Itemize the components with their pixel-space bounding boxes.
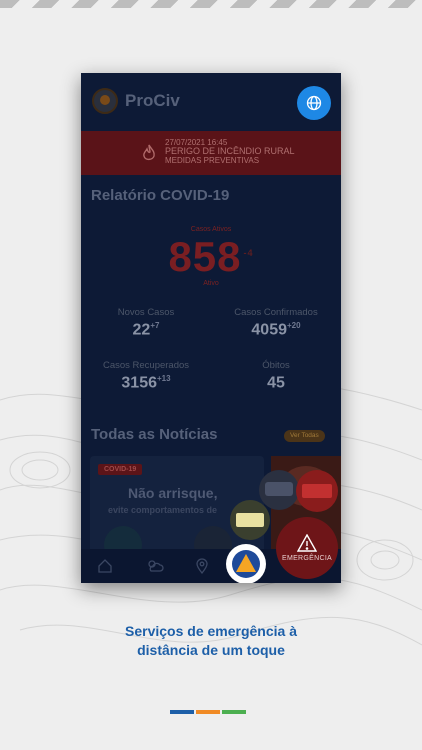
- news-card-subheadline: evite comportamentos de: [108, 505, 218, 515]
- ambulance-image: [236, 513, 264, 527]
- fire-icon: [143, 144, 155, 161]
- ambulance-service-button[interactable]: [230, 500, 270, 540]
- stat-label: Óbitos: [262, 360, 290, 371]
- stat-deaths: Óbitos 45: [211, 360, 341, 392]
- phone-screen: ProCiv 27/07/2021 16:45 PERIGO DE INCÊND…: [81, 73, 341, 583]
- orange-bar: [196, 710, 220, 714]
- news-section-title: Todas as Notícias: [91, 426, 218, 443]
- active-cases-label: Casos Ativos: [190, 226, 232, 233]
- caption: Serviços de emergência à distância de um…: [0, 622, 422, 660]
- news-card-headline: Não arrisque,: [128, 485, 218, 501]
- covid-badge: COVID-19: [98, 464, 143, 475]
- alert-subtitle: MEDIDAS PREVENTIVAS: [165, 156, 260, 165]
- fire-alert-banner[interactable]: 27/07/2021 16:45 PERIGO DE INCÊNDIO RURA…: [81, 131, 341, 175]
- blue-bar: [170, 710, 194, 714]
- stat-label: Novos Casos: [117, 307, 175, 318]
- prociv-logo: [92, 88, 118, 114]
- stat-value: 4059+20: [251, 321, 301, 339]
- covid-report-title: Relatório COVID-19: [91, 187, 230, 204]
- home-icon[interactable]: [97, 558, 113, 574]
- language-button[interactable]: [297, 86, 331, 120]
- stat-confirmed-cases: Casos Confirmados 4059+20: [211, 307, 341, 339]
- stat-label: Casos Confirmados: [234, 307, 318, 318]
- warning-icon: [297, 534, 317, 552]
- stat-recovered-cases: Casos Recuperados 3156+13: [81, 360, 211, 392]
- app-bar: ProCiv: [81, 73, 341, 129]
- color-bars-decoration: [170, 701, 248, 719]
- police-service-button[interactable]: [259, 470, 299, 510]
- location-icon[interactable]: [195, 558, 209, 574]
- stat-value: 3156+13: [121, 374, 171, 392]
- civil-protection-logo: [232, 550, 260, 578]
- civil-protection-service-button[interactable]: [226, 544, 266, 583]
- green-bar: [222, 710, 246, 714]
- stat-label: Casos Recuperados: [102, 360, 190, 371]
- emergency-button[interactable]: EMERGÊNCIA: [276, 517, 338, 579]
- weather-icon[interactable]: [146, 558, 164, 574]
- app-title: ProCiv: [125, 91, 180, 110]
- caption-line-2: distância de um toque: [137, 642, 285, 658]
- alert-text: 27/07/2021 16:45 PERIGO DE INCÊNDIO RURA…: [165, 138, 295, 165]
- emergency-label: EMERGÊNCIA: [281, 555, 333, 562]
- see-all-news-button[interactable]: Ver Todas: [284, 430, 325, 442]
- top-stripe-decoration: [0, 0, 422, 8]
- alert-title: PERIGO DE INCÊNDIO RURAL: [165, 146, 295, 156]
- firefighters-service-button[interactable]: [296, 470, 338, 512]
- fire-truck-image: [302, 484, 332, 498]
- active-cases-delta: -4: [243, 248, 254, 258]
- active-cases-value: 858 -4: [81, 233, 341, 281]
- police-image: [265, 482, 293, 496]
- stat-value: 22+7: [132, 321, 160, 339]
- globe-icon: [306, 95, 322, 111]
- active-cases-number: 858: [168, 233, 242, 280]
- stat-value: 45: [267, 374, 285, 392]
- caption-line-1: Serviços de emergência à: [125, 623, 297, 639]
- active-cases-note: Ativo: [203, 280, 219, 287]
- stat-new-cases: Novos Casos 22+7: [81, 307, 211, 339]
